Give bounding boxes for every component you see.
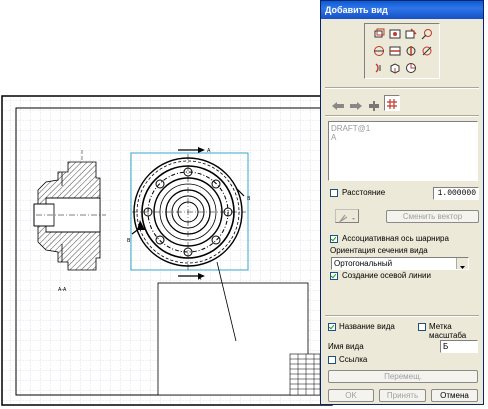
dialog-title[interactable]: Добавить вид — [321, 1, 483, 19]
scale-label-checkbox[interactable] — [418, 323, 426, 331]
associative-hinge-checkbox[interactable] — [330, 235, 338, 243]
step-back-icon[interactable] — [331, 97, 345, 110]
folded-section-icon[interactable] — [389, 62, 401, 74]
section-line-list[interactable]: DRAFT@1 A — [328, 121, 478, 181]
view-name-input[interactable]: Б — [440, 340, 478, 353]
section-label: A-A — [58, 287, 67, 293]
apply-button[interactable]: Принять — [379, 389, 426, 402]
create-centerline-label: Создание осевой линии — [342, 271, 431, 280]
ok-button[interactable]: OK — [328, 389, 374, 402]
offset-section-icon[interactable] — [405, 45, 417, 57]
section-view-icon[interactable] — [373, 45, 385, 57]
distance-value: 1.000000 — [437, 189, 476, 198]
cut-label-a-bottom: A — [198, 276, 202, 282]
distance-input[interactable]: 1.000000 — [433, 187, 479, 200]
reference-checkbox[interactable] — [328, 356, 336, 364]
chevron-down-icon[interactable] — [456, 258, 468, 269]
list-item[interactable]: DRAFT@1 — [331, 124, 370, 133]
orientation-select[interactable]: Ортогональный — [331, 257, 469, 270]
list-item[interactable]: A — [331, 133, 336, 142]
change-vector-button[interactable]: Сменить вектор — [386, 210, 479, 223]
move-button[interactable]: Перемещ. — [328, 370, 478, 383]
vector-method-dropdown[interactable] — [335, 209, 359, 224]
cut-label-a-top: A — [207, 148, 211, 154]
revolved-section-icon[interactable] — [421, 45, 433, 57]
half-section-icon[interactable] — [389, 45, 401, 57]
scale-label-checkbox-label: Метка масштаба — [429, 322, 467, 340]
projected-view-icon[interactable] — [389, 28, 401, 40]
detail-view-icon[interactable] — [421, 28, 433, 40]
broken-out-section-icon[interactable] — [373, 62, 385, 74]
create-centerline-checkbox[interactable] — [330, 272, 338, 280]
associative-hinge-label: Ассоциативная ось шарнира — [342, 234, 449, 243]
step-forward-icon[interactable] — [349, 97, 363, 110]
section-orientation-label: Ориентация сечения вида — [330, 246, 428, 255]
hinge-line-icon[interactable] — [367, 97, 381, 111]
view-name-label: Имя вида — [328, 342, 364, 351]
section-line-icon[interactable] — [384, 95, 400, 111]
cut-label-b-left: B — [127, 238, 131, 244]
add-view-dialog: Добавить вид DRAFT@1 A Расстояние 1.0000… — [320, 0, 484, 405]
auxiliary-view-icon[interactable] — [405, 28, 417, 40]
distance-checkbox[interactable] — [330, 189, 338, 197]
cancel-button[interactable]: Отмена — [431, 389, 478, 402]
view-name-checkbox[interactable] — [328, 323, 336, 331]
view-name-value: Б — [443, 342, 449, 351]
cut-label-b-right: B — [247, 196, 251, 202]
pictorial-view-icon[interactable] — [405, 62, 417, 74]
distance-label: Расстояние — [342, 188, 386, 197]
reference-label: Ссылка — [339, 355, 368, 364]
orientation-value: Ортогональный — [334, 259, 393, 268]
view-name-checkbox-label: Название вида — [339, 322, 395, 331]
base-view-icon[interactable] — [373, 28, 385, 40]
view-type-group — [364, 23, 440, 79]
title-block — [157, 282, 327, 396]
